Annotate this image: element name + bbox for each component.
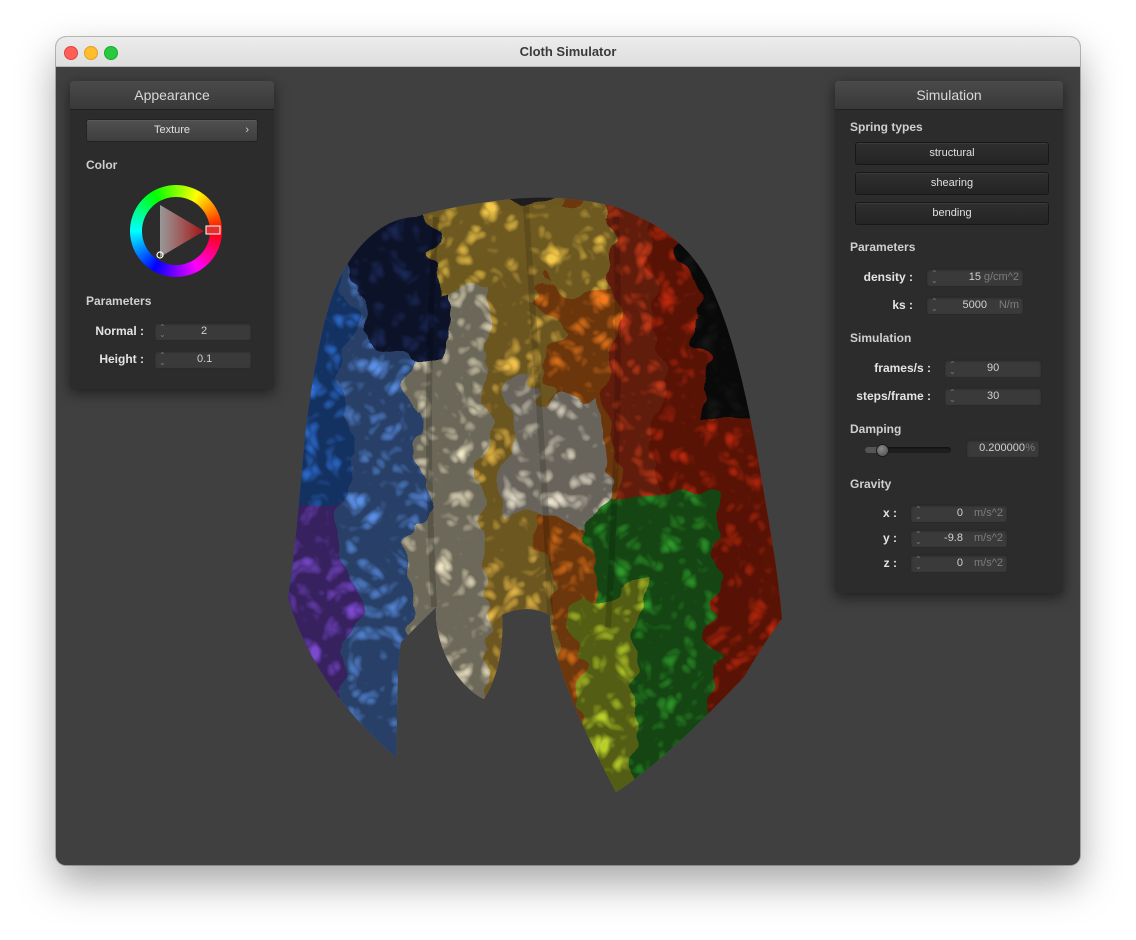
damping-label: Damping [850, 422, 902, 436]
simulation-header: Simulation [835, 81, 1063, 110]
spinner-icon[interactable]: ⌃ ⌄ [949, 361, 956, 376]
spinner-icon[interactable]: ⌃ ⌄ [915, 506, 922, 521]
appearance-panel: Appearance Texture › Color Parameters No… [70, 81, 274, 389]
normal-input[interactable]: ⌃ ⌄ 2 [154, 322, 252, 341]
density-label: density : [863, 270, 913, 284]
ks-label: ks : [892, 298, 913, 312]
gravity-x-input[interactable]: ⌃ ⌄ 0 m/s^2 [910, 504, 1008, 523]
texture-button[interactable]: Texture › [86, 119, 258, 142]
structural-button[interactable]: structural [855, 142, 1049, 165]
simulation-parameters-label: Parameters [850, 240, 916, 254]
gravity-x-label: x : [882, 506, 897, 520]
texture-button-label: Texture [153, 124, 191, 136]
spinner-icon[interactable]: ⌃ ⌄ [931, 298, 938, 313]
spinner-icon[interactable]: ⌃ ⌄ [915, 531, 922, 546]
app-window: Cloth Simulator Appearance Texture › Col… [56, 37, 1080, 865]
shearing-button[interactable]: shearing [855, 172, 1049, 195]
damping-slider[interactable] [865, 444, 951, 457]
damping-slider-handle[interactable] [876, 444, 889, 457]
color-label: Color [86, 158, 118, 172]
simulation-section-label: Simulation [850, 331, 912, 345]
bending-button[interactable]: bending [855, 202, 1049, 225]
render-viewport[interactable]: Appearance Texture › Color Parameters No… [56, 67, 1080, 865]
height-input[interactable]: ⌃ ⌄ 0.1 [154, 350, 252, 369]
gravity-label: Gravity [850, 477, 892, 491]
frames-input[interactable]: ⌃ ⌄ 90 [944, 359, 1042, 378]
spinner-icon[interactable]: ⌃ ⌄ [159, 352, 166, 367]
spinner-icon[interactable]: ⌃ ⌄ [915, 556, 922, 571]
spring-types-label: Spring types [850, 120, 923, 134]
appearance-header: Appearance [70, 81, 274, 110]
spinner-icon[interactable]: ⌃ ⌄ [949, 389, 956, 404]
spinner-icon[interactable]: ⌃ ⌄ [159, 324, 166, 339]
window-title: Cloth Simulator [519, 44, 617, 59]
simulation-panel: Simulation Spring types structural shear… [835, 81, 1063, 593]
normal-label: Normal : [95, 324, 144, 338]
spinner-icon[interactable]: ⌃ ⌄ [931, 270, 938, 285]
gravity-z-label: z : [883, 556, 897, 570]
title-bar: Cloth Simulator [56, 37, 1080, 67]
density-input[interactable]: ⌃ ⌄ 15 g/cm^2 [926, 268, 1024, 287]
gravity-y-label: y : [882, 531, 897, 545]
ks-input[interactable]: ⌃ ⌄ 5000 N/m [926, 296, 1024, 315]
damping-input[interactable]: 0.200000 % [966, 439, 1040, 458]
steps-input[interactable]: ⌃ ⌄ 30 [944, 387, 1042, 406]
color-wheel[interactable] [128, 183, 224, 279]
steps-label: steps/frame : [856, 389, 931, 403]
appearance-parameters-label: Parameters [86, 294, 152, 308]
chevron-right-icon: › [245, 124, 249, 136]
gravity-z-input[interactable]: ⌃ ⌄ 0 m/s^2 [910, 554, 1008, 573]
frames-label: frames/s : [874, 361, 931, 375]
gravity-y-input[interactable]: ⌃ ⌄ -9.8 m/s^2 [910, 529, 1008, 548]
height-label: Height : [99, 352, 144, 366]
hue-selector-handle [205, 225, 221, 235]
